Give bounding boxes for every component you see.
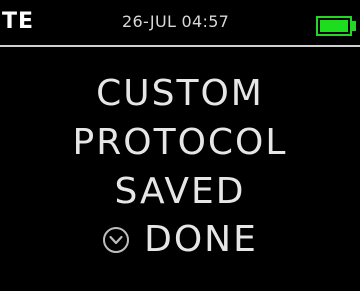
header-divider — [0, 45, 360, 47]
battery-cap — [352, 21, 356, 31]
device-screen: TE 26-JUL 04:57 CUSTOM PROTOCOL SAVED DO… — [0, 0, 360, 291]
message-line-2: PROTOCOL — [72, 122, 288, 163]
battery-icon — [316, 16, 352, 36]
status-bar: TE 26-JUL 04:57 — [0, 0, 360, 44]
mode-indicator: TE — [2, 9, 35, 34]
done-label: DONE — [144, 219, 258, 260]
message-line-3: SAVED — [114, 171, 246, 212]
date-time: 26-JUL 04:57 — [122, 12, 230, 31]
done-button[interactable]: DONE — [0, 218, 360, 262]
message-line-1: CUSTOM — [96, 73, 264, 114]
battery-level — [320, 20, 348, 32]
circle-down-icon — [103, 227, 130, 253]
